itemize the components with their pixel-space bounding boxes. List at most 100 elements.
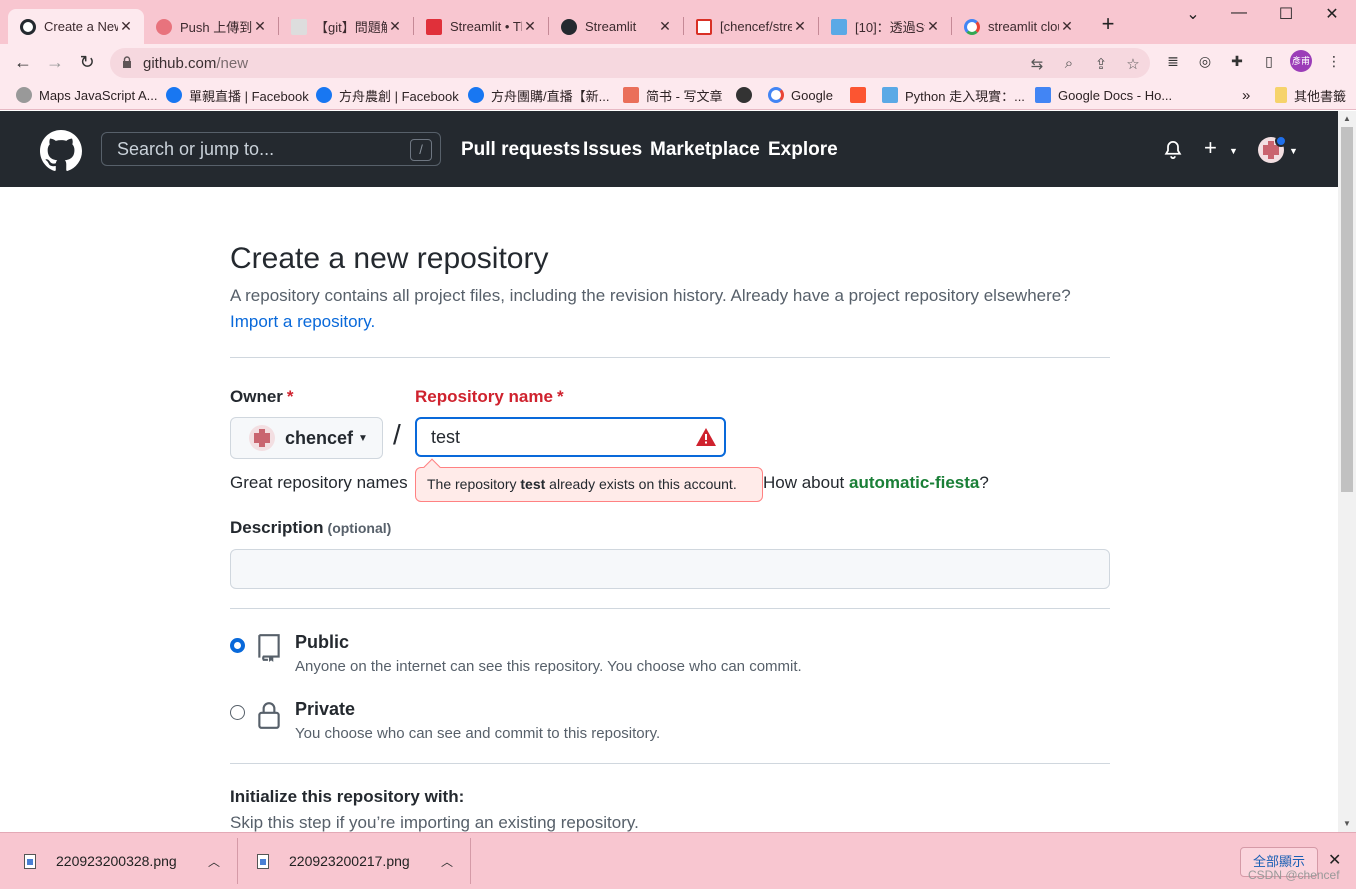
downloads-bar: 220923200328.png ︿ 220923200217.png ︿ 全部…	[0, 832, 1356, 889]
download-filename: 220923200328.png	[56, 853, 177, 869]
user-menu-caret-icon[interactable]: ▼	[1289, 146, 1298, 156]
extensions-puzzle-icon[interactable]: ✚	[1228, 53, 1246, 71]
jianshu-icon	[623, 87, 639, 103]
tab-git-problem[interactable]: 【git】問題解 ✕	[279, 9, 413, 44]
visibility-private-radio[interactable]	[230, 705, 245, 720]
facebook-icon	[316, 87, 332, 103]
import-repository-link[interactable]: Import a repository.	[230, 312, 375, 332]
github-header: / Pull requests Issues Marketplace Explo…	[0, 111, 1338, 187]
lock-icon	[258, 702, 280, 729]
browser-menu-icon[interactable]: ⋮	[1325, 53, 1343, 71]
create-new-plus-icon[interactable]: +	[1204, 135, 1217, 161]
suggested-name-link[interactable]: automatic-fiesta	[849, 473, 979, 492]
browser-profile-avatar[interactable]: 彥甫	[1290, 50, 1312, 72]
bookmark-label: 單親直播 | Facebook	[189, 88, 309, 104]
download-item[interactable]: 220923200217.png ︿	[257, 833, 469, 889]
alert-triangle-icon	[696, 428, 716, 446]
tab-close-icon[interactable]: ✕	[657, 18, 673, 35]
github-logo-icon[interactable]	[40, 130, 82, 172]
new-tab-button[interactable]: +	[1096, 13, 1120, 37]
translate-icon[interactable]: ⇆	[1028, 55, 1046, 73]
tab-close-icon[interactable]: ✕	[1059, 18, 1075, 35]
repo-name-field[interactable]	[415, 417, 726, 457]
scroll-down-arrow-icon[interactable]: ▼	[1338, 816, 1356, 832]
nav-issues[interactable]: Issues	[583, 139, 642, 161]
close-window-icon[interactable]: ✕	[1309, 4, 1355, 24]
bookmark-item[interactable]: Google Docs - Ho...	[1035, 85, 1172, 105]
download-item[interactable]: 220923200328.png ︿	[24, 833, 236, 889]
tab-ithome[interactable]: [10]：透過St ✕	[819, 9, 951, 44]
repo-name-label-text: Repository name	[415, 387, 553, 406]
scrollbar-thumb[interactable]	[1341, 127, 1353, 492]
reload-icon[interactable]: ↻	[75, 50, 99, 74]
download-filename: 220923200217.png	[289, 853, 410, 869]
owner-dropdown[interactable]: chencef ▼	[230, 417, 383, 459]
create-new-caret-icon[interactable]: ▼	[1229, 146, 1238, 156]
back-icon[interactable]: ←	[11, 50, 35, 74]
bookmark-item[interactable]	[850, 85, 873, 105]
zoom-icon[interactable]: ⌕	[1060, 55, 1078, 73]
extension-chat-icon[interactable]: ◎	[1196, 53, 1214, 71]
tab-close-icon[interactable]: ✕	[522, 18, 538, 35]
bookmark-item[interactable]: 方舟農創 | Facebook	[316, 85, 459, 105]
side-panel-icon[interactable]: ▯	[1260, 53, 1278, 71]
error-pointer	[423, 458, 441, 476]
close-downloads-bar-icon[interactable]: ✕	[1328, 850, 1341, 870]
address-bar[interactable]: github.com/new ⇆ ⌕ ⇪ ☆	[110, 48, 1150, 78]
tab-create-new-repo[interactable]: Create a New ✕	[8, 9, 144, 44]
visibility-public-radio[interactable]	[230, 638, 245, 653]
minimize-window-icon[interactable]: —	[1216, 4, 1262, 22]
bookmark-item[interactable]: 單親直播 | Facebook	[166, 85, 309, 105]
bookmark-star-icon[interactable]: ☆	[1124, 55, 1142, 73]
description-input[interactable]	[231, 550, 1109, 588]
heart-favicon-icon	[156, 18, 172, 35]
repo-name-input[interactable]	[417, 419, 687, 455]
watermark: CSDN @chencef	[1248, 868, 1340, 882]
repo-name-suggestion: How about automatic-fiesta?	[763, 473, 989, 493]
globe-icon	[736, 87, 752, 103]
description-field[interactable]	[230, 549, 1110, 589]
tab-streamlit[interactable]: Streamlit ✕	[549, 9, 683, 44]
visibility-private-title: Private	[295, 699, 356, 719]
github-search-input[interactable]	[102, 133, 402, 165]
maximize-window-icon[interactable]: ☐	[1263, 4, 1309, 24]
nav-pull-requests[interactable]: Pull requests	[461, 139, 580, 161]
bookmark-item[interactable]: Maps JavaScript A...	[16, 85, 158, 105]
tab-gmail[interactable]: [chencef/stre ✕	[684, 9, 818, 44]
tab-close-icon[interactable]: ✕	[387, 18, 403, 35]
tab-close-icon[interactable]: ✕	[792, 18, 808, 35]
other-bookmarks[interactable]: 其他書籤	[1275, 85, 1346, 105]
tab-google-search[interactable]: streamlit clou ✕	[952, 9, 1085, 44]
page-subtitle: A repository contains all project files,…	[230, 286, 1071, 305]
tab-streamlit-the[interactable]: Streamlit • Th ✕	[414, 9, 548, 44]
tab-close-icon[interactable]: ✕	[925, 18, 941, 35]
chevron-up-icon[interactable]: ︿	[208, 853, 220, 870]
bookmark-label: 简书 - 写文章	[646, 88, 723, 104]
repo-name-label: Repository name *	[415, 387, 564, 407]
share-icon[interactable]: ⇪	[1092, 55, 1110, 73]
tab-close-icon[interactable]: ✕	[252, 18, 268, 35]
bookmark-item[interactable]: 方舟團購/直播【新...	[468, 85, 609, 105]
facebook-icon	[468, 87, 484, 103]
bookmark-item[interactable]	[736, 85, 759, 105]
optional-tag: (optional)	[327, 520, 392, 536]
bookmark-item[interactable]: Python 走入現實：...	[882, 85, 1025, 105]
notifications-bell-icon[interactable]	[1163, 139, 1183, 161]
bookmarks-overflow-chevron-icon[interactable]: »	[1242, 85, 1250, 105]
nav-explore[interactable]: Explore	[768, 139, 838, 161]
bookmark-label: Maps JavaScript A...	[39, 87, 158, 103]
tab-search-icon[interactable]: ⌄	[1170, 4, 1216, 24]
forward-icon[interactable]: →	[43, 50, 67, 74]
bookmark-item[interactable]: Google	[768, 85, 833, 105]
tab-close-icon[interactable]: ✕	[118, 18, 134, 35]
extension-stack-icon[interactable]: ≣	[1164, 53, 1182, 71]
streamlit-crown-icon	[426, 18, 442, 35]
scroll-up-arrow-icon[interactable]: ▲	[1338, 111, 1356, 127]
tab-push[interactable]: Push 上傳到 ✕	[144, 9, 278, 44]
github-search[interactable]: /	[101, 132, 441, 166]
streamlit-favicon-icon	[561, 18, 577, 35]
chevron-up-icon[interactable]: ︿	[441, 853, 453, 870]
image-file-icon	[24, 853, 36, 869]
nav-marketplace[interactable]: Marketplace	[650, 139, 760, 161]
bookmark-item[interactable]: 简书 - 写文章	[623, 85, 723, 105]
